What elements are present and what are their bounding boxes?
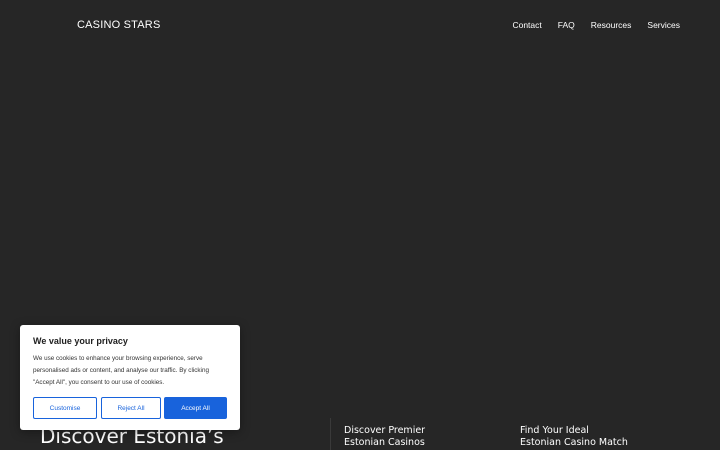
feature-premier-casinos: Discover Premier Estonian Casinos [344,425,484,449]
feature-line: Estonian Casinos [344,437,425,448]
accept-all-button[interactable]: Accept All [164,397,227,419]
divider [330,418,331,450]
nav-resources[interactable]: Resources [591,20,632,30]
cookie-description: We use cookies to enhance your browsing … [33,355,209,386]
feature-line: Estonian Casino Match [520,437,628,448]
reject-all-button[interactable]: Reject All [101,397,161,419]
nav-faq[interactable]: FAQ [558,20,575,30]
site-header: CASINO STARS Contact FAQ Resources Servi… [0,0,720,52]
feature-casino-match: Find Your Ideal Estonian Casino Match [520,425,660,449]
feature-line: Discover Premier [344,425,426,436]
cookie-title: We value your privacy [33,336,128,346]
cookie-consent-banner: We value your privacy We use cookies to … [20,325,240,430]
feature-line: Find Your Ideal [520,425,589,436]
site-logo[interactable]: CASINO STARS [77,19,161,31]
page: CASINO STARS Contact FAQ Resources Servi… [0,0,720,450]
customise-button[interactable]: Customise [33,397,97,419]
nav-services[interactable]: Services [647,20,680,30]
nav-contact[interactable]: Contact [512,20,541,30]
main-nav: Contact FAQ Resources Services [512,20,680,30]
